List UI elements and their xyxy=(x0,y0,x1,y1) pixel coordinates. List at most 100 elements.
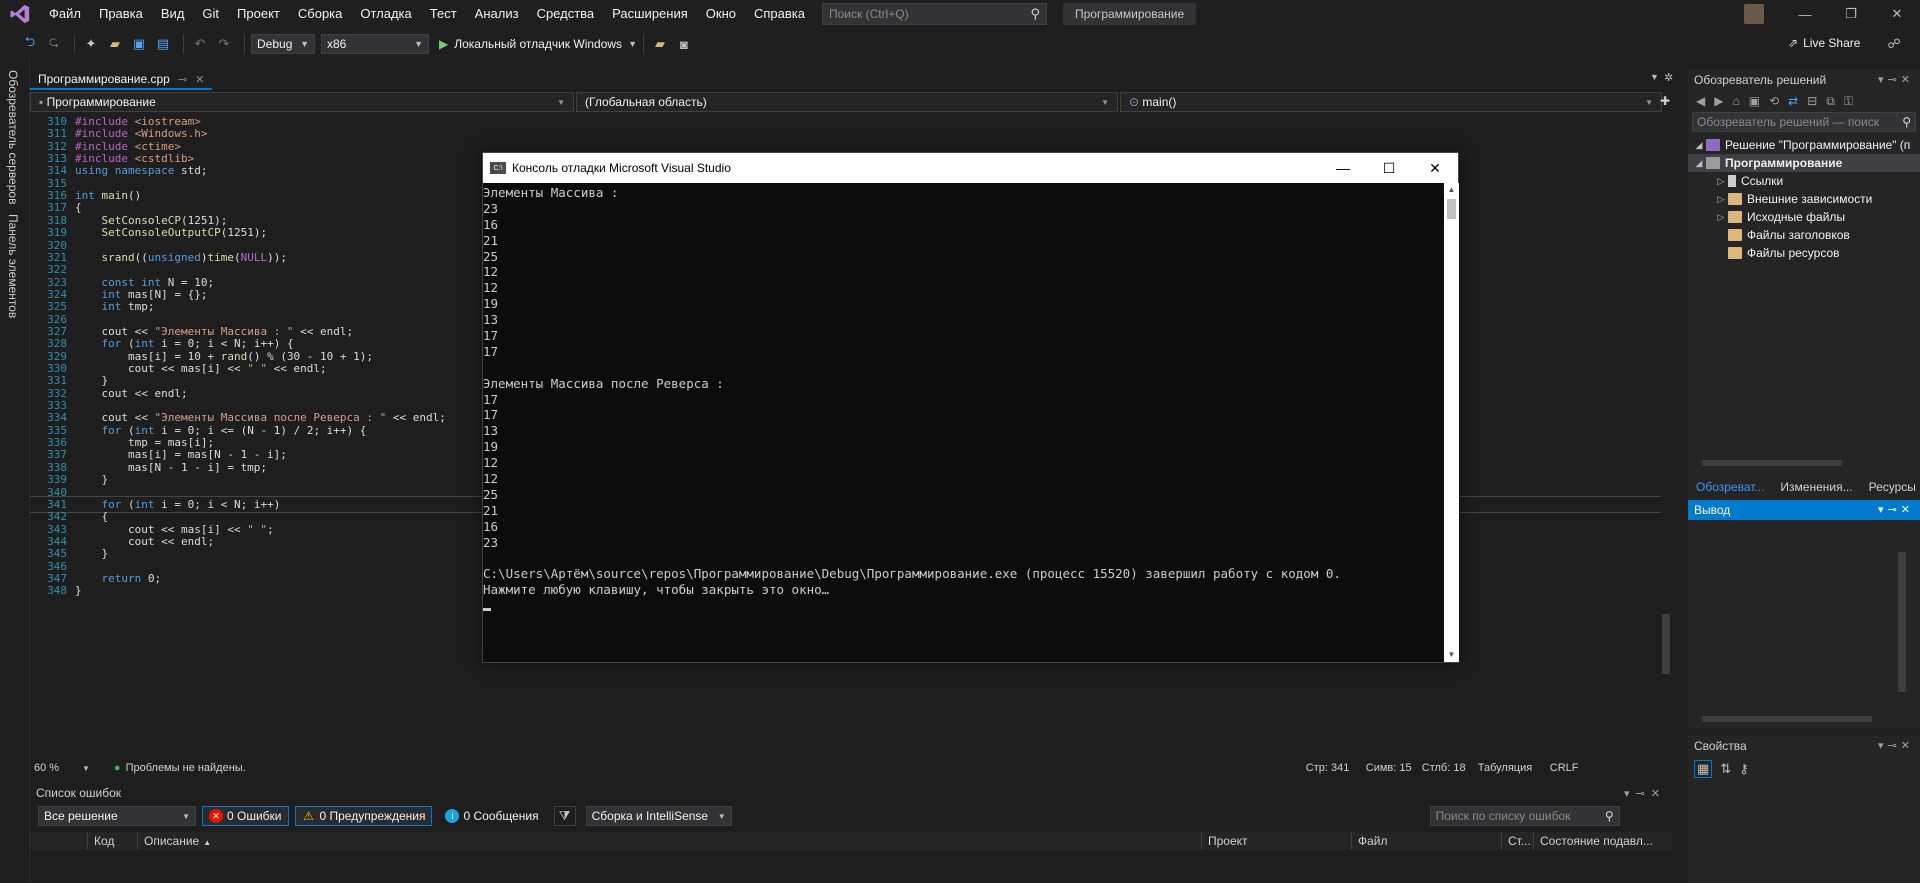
line-ending-status[interactable]: CRLF xyxy=(1550,762,1579,774)
forward-icon[interactable]: ▶ xyxy=(1714,94,1723,108)
document-tab[interactable]: Программирование.cpp ⊸ ✕ xyxy=(30,70,213,90)
undo-icon[interactable]: ↶ xyxy=(190,34,210,54)
tree-item-source-files[interactable]: ▷ Исходные файлы xyxy=(1688,208,1920,226)
console-vertical-scrollbar[interactable]: ▲ ▼ xyxy=(1444,183,1459,662)
split-editor-icon[interactable]: ✚ xyxy=(1660,94,1670,108)
problems-status[interactable]: Проблемы не найдены. xyxy=(126,762,246,774)
tree-item-external-dependencies[interactable]: ▷ Внешние зависимости xyxy=(1688,190,1920,208)
start-debugging-button[interactable]: ▶ Локальный отладчик Windows ▼ xyxy=(439,37,637,51)
column-header-file[interactable]: Файл xyxy=(1352,832,1502,850)
scrollbar-thumb[interactable] xyxy=(1898,552,1906,692)
tree-item-resource-files[interactable]: Файлы ресурсов xyxy=(1688,244,1920,262)
output-vertical-scrollbar[interactable] xyxy=(1896,540,1908,708)
scrollbar-thumb[interactable] xyxy=(1702,460,1842,466)
collapse-all-icon[interactable]: ⊟ xyxy=(1807,94,1817,108)
solution-explorer-search-input[interactable]: Обозреватель решений — поиск ⚲ xyxy=(1692,112,1916,132)
menu-item[interactable]: Файл xyxy=(40,0,90,28)
restore-window-icon[interactable]: ❐ xyxy=(1828,0,1874,28)
scroll-down-icon[interactable]: ▼ xyxy=(1444,648,1459,662)
show-all-files-icon[interactable]: ⧉ xyxy=(1826,94,1835,109)
back-icon[interactable]: ◀ xyxy=(1696,94,1705,108)
panel-controls-icon[interactable]: ▾⊸✕ xyxy=(1878,500,1914,520)
global-search-input[interactable]: Поиск (Ctrl+Q) ⚲ xyxy=(821,3,1047,25)
error-list-search-input[interactable]: Поиск по списку ошибок ⚲ xyxy=(1429,806,1620,826)
feedback-icon[interactable]: ☍ xyxy=(1884,34,1904,54)
console-close-icon[interactable]: ✕ xyxy=(1412,153,1458,183)
redo-icon[interactable]: ↷ xyxy=(214,34,234,54)
menu-item[interactable]: Расширения xyxy=(603,0,697,28)
indentation-status[interactable]: Табуляция xyxy=(1478,762,1550,774)
menu-item[interactable]: Отладка xyxy=(351,0,420,28)
column-header-project[interactable]: Проект xyxy=(1202,832,1352,850)
folder-icon[interactable]: ▰ xyxy=(650,34,670,54)
switch-views-icon[interactable]: ▣ xyxy=(1749,94,1760,108)
server-explorer-tab[interactable]: Обозреватель серверов xyxy=(6,70,20,204)
new-project-icon[interactable]: ✦ xyxy=(81,34,101,54)
platform-select[interactable]: x86 ▼ xyxy=(321,34,429,54)
scope-select[interactable]: (Глобальная область) ▼ xyxy=(576,92,1118,112)
user-avatar[interactable] xyxy=(1744,4,1764,24)
home-icon[interactable]: ⌂ xyxy=(1732,94,1739,108)
screenshot-icon[interactable]: ◙ xyxy=(674,34,694,54)
menu-item[interactable]: Сборка xyxy=(289,0,352,28)
messages-filter-button[interactable]: i 0 Сообщения xyxy=(438,806,545,826)
tree-item-references[interactable]: ▷ Ссылки xyxy=(1688,172,1920,190)
editor-vertical-scrollbar[interactable] xyxy=(1660,114,1672,757)
column-header-description[interactable]: Описание ▲ xyxy=(138,832,1202,850)
column-header-line[interactable]: Ст... xyxy=(1502,832,1534,850)
close-tab-icon[interactable]: ✕ xyxy=(195,73,204,86)
sync-icon[interactable]: ⇄ xyxy=(1788,94,1798,108)
panel-controls-icon[interactable]: ▾⊸✕ xyxy=(1878,736,1914,756)
output-horizontal-scrollbar[interactable] xyxy=(1692,714,1892,724)
configuration-select[interactable]: Debug ▼ xyxy=(251,34,315,54)
menu-item[interactable]: Средства xyxy=(528,0,604,28)
tree-item-project[interactable]: ◢ Программирование xyxy=(1688,154,1920,172)
tab-list-dropdown-icon[interactable]: ▼ xyxy=(1650,72,1659,82)
property-pages-icon[interactable]: ⚷ xyxy=(1739,761,1749,777)
properties-icon[interactable]: ⚿ xyxy=(1844,94,1853,109)
filter-icon[interactable]: ⧩ xyxy=(553,806,576,826)
errors-filter-button[interactable]: ✕ 0 Ошибки xyxy=(202,806,289,826)
chevron-down-icon[interactable]: ▼ xyxy=(82,764,90,773)
toolbox-tab[interactable]: Панель элементов xyxy=(6,214,20,318)
project-select[interactable]: ▪ Программирование ▼ xyxy=(30,92,574,112)
column-header-suppression[interactable]: Состояние подавл... xyxy=(1534,832,1672,850)
save-all-icon[interactable]: ▤ xyxy=(153,34,173,54)
console-output[interactable]: Элементы Массива :23 16 21 25 12 12 19 13 17 17 Эл… xyxy=(483,183,1444,662)
zoom-level[interactable]: 60 % xyxy=(30,762,82,774)
navigate-forward-icon[interactable]: ⮎ xyxy=(44,34,64,54)
console-maximize-icon[interactable]: ☐ xyxy=(1366,153,1412,183)
alphabetical-icon[interactable]: ⇅ xyxy=(1720,761,1731,777)
tab-resources[interactable]: Ресурсы xyxy=(1861,476,1920,498)
build-filter-select[interactable]: Сборка и IntelliSense ▼ xyxy=(585,806,732,826)
close-window-icon[interactable]: ✕ xyxy=(1874,0,1920,28)
panel-controls-icon[interactable]: ▾⊸✕ xyxy=(1878,70,1914,90)
scrollbar-thumb[interactable] xyxy=(1702,716,1872,722)
column-header-code[interactable]: Код xyxy=(88,832,138,850)
menu-item[interactable]: Проект xyxy=(228,0,289,28)
navigate-back-icon[interactable]: ⮌ xyxy=(20,34,40,54)
minimize-window-icon[interactable]: — xyxy=(1782,0,1828,28)
tab-solution-explorer[interactable]: Обозреват... xyxy=(1688,476,1772,498)
settings-gear-icon[interactable]: ✲ xyxy=(1664,71,1673,84)
menu-item[interactable]: Справка xyxy=(745,0,814,28)
menu-item[interactable]: Окно xyxy=(697,0,745,28)
menu-item[interactable]: Вид xyxy=(152,0,194,28)
solution-explorer-horizontal-scrollbar[interactable] xyxy=(1692,458,1914,468)
menu-item[interactable]: Правка xyxy=(90,0,152,28)
member-select[interactable]: ⊙ main() ▼ xyxy=(1120,92,1662,112)
categorized-icon[interactable]: ▦ xyxy=(1694,760,1713,778)
save-icon[interactable]: ▣ xyxy=(129,34,149,54)
pin-icon[interactable]: ⊸ xyxy=(178,73,187,86)
live-share-button[interactable]: ⇗ Live Share xyxy=(1788,36,1860,50)
tree-item-solution[interactable]: ◢ Решение "Программирование" (п xyxy=(1688,136,1920,154)
scrollbar-thumb[interactable] xyxy=(1447,199,1456,219)
open-file-icon[interactable]: ▰ xyxy=(105,34,125,54)
panel-controls-icon[interactable]: ▾⊸✕ xyxy=(1624,787,1666,800)
scrollbar-thumb[interactable] xyxy=(1662,614,1670,674)
pending-changes-icon[interactable]: ⟲ xyxy=(1769,94,1779,108)
error-scope-select[interactable]: Все решение ▼ xyxy=(38,806,196,826)
warnings-filter-button[interactable]: ⚠ 0 Предупреждения xyxy=(294,806,433,826)
menu-item[interactable]: Тест xyxy=(421,0,466,28)
console-minimize-icon[interactable]: — xyxy=(1320,153,1366,183)
